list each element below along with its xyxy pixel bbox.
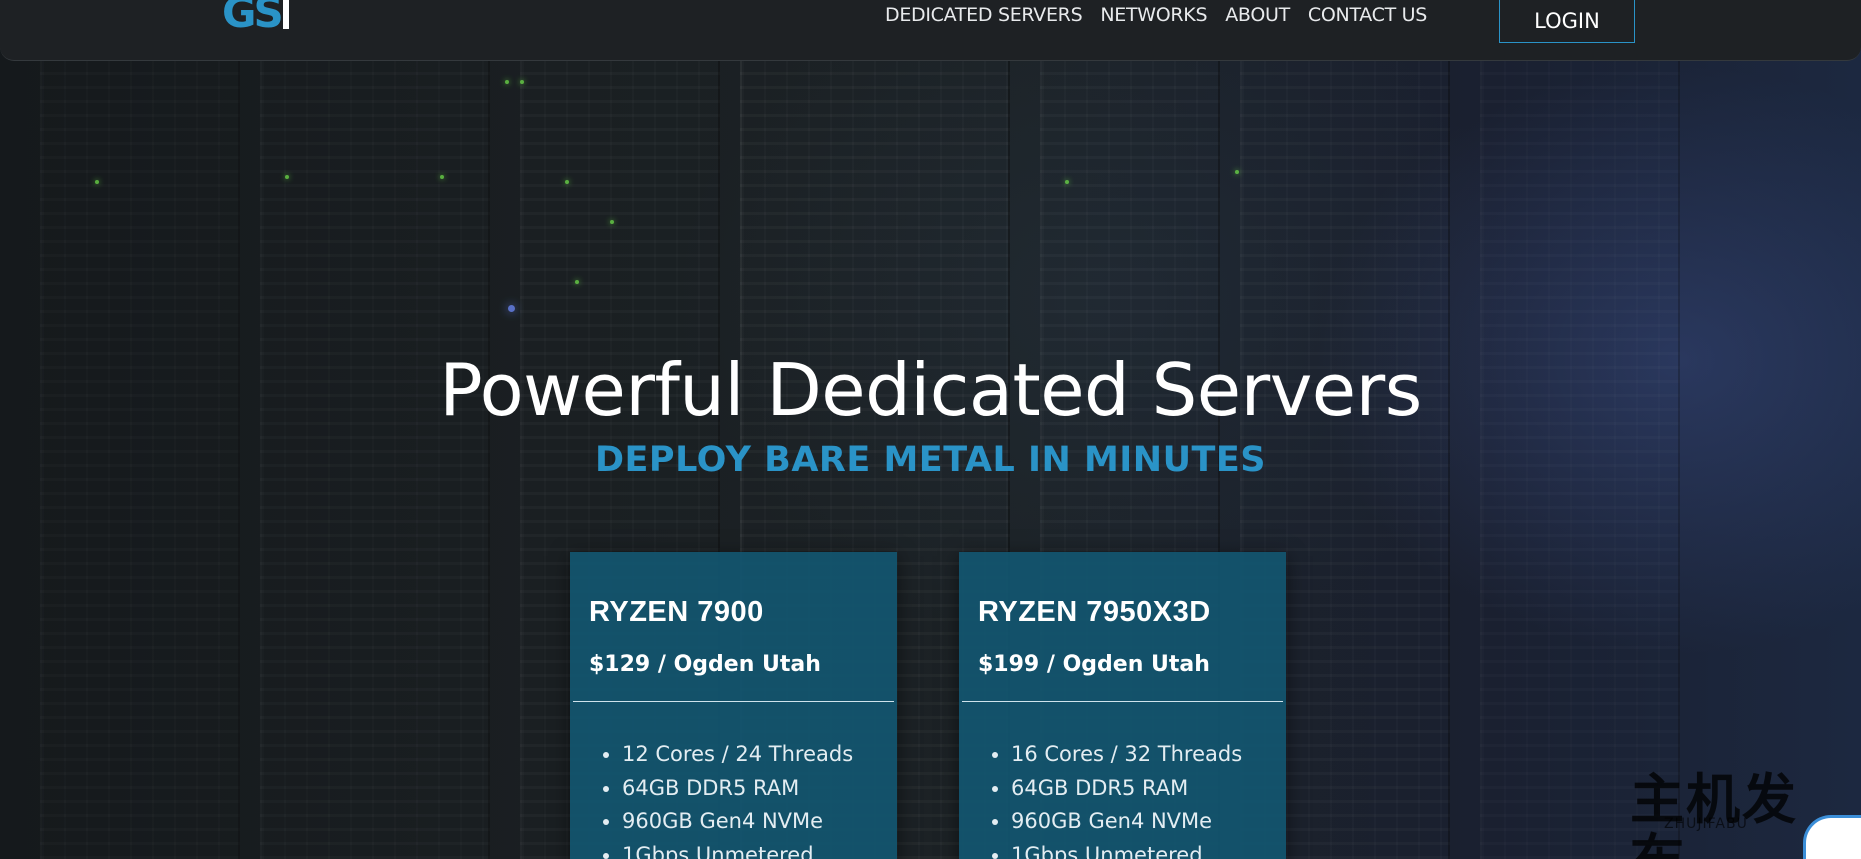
logo-text: GS (222, 0, 284, 37)
nav-dedicated-servers[interactable]: DEDICATED SERVERS (885, 4, 1083, 26)
watermark-sub-text: ZHUJIFABU (1664, 816, 1748, 832)
card-divider (962, 701, 1283, 702)
status-led (440, 175, 444, 179)
plan-price: $199 / Ogden Utah (978, 652, 1210, 677)
plan-feature: 64GB DDR5 RAM (1011, 772, 1242, 806)
plan-card-ryzen-7950x3d[interactable]: RYZEN 7950X3D $199 / Ogden Utah 16 Cores… (959, 552, 1286, 859)
plan-feature: 64GB DDR5 RAM (622, 772, 853, 806)
plan-name: RYZEN 7900 (589, 596, 764, 628)
status-led (1065, 180, 1069, 184)
hero-subtitle: DEPLOY BARE METAL IN MINUTES (594, 440, 1267, 480)
nav-networks[interactable]: NETWORKS (1100, 4, 1207, 26)
status-led (575, 280, 579, 284)
main-nav: DEDICATED SERVERS NETWORKS ABOUT CONTACT… (885, 4, 1427, 26)
login-button[interactable]: LOGIN (1499, 0, 1635, 43)
plan-feature: 960GB Gen4 NVMe (1011, 805, 1242, 839)
card-divider (573, 701, 894, 702)
plan-feature: 12 Cores / 24 Threads (622, 738, 853, 772)
plan-feature: 1Gbps Unmetered (622, 839, 853, 859)
status-led (565, 180, 569, 184)
nav-contact-us[interactable]: CONTACT US (1308, 4, 1427, 26)
site-header: GS DEDICATED SERVERS NETWORKS ABOUT CONT… (0, 0, 1861, 61)
status-led (95, 180, 99, 184)
status-led (508, 305, 515, 312)
watermark-logo: 主机发布 ZHUJIFABU (1630, 770, 1830, 859)
logo-bar-icon (282, 0, 289, 29)
nav-about[interactable]: ABOUT (1225, 4, 1290, 26)
plan-name: RYZEN 7950X3D (978, 596, 1211, 628)
plan-feature: 960GB Gen4 NVMe (622, 805, 853, 839)
corner-badge-icon (1803, 815, 1861, 859)
status-led (1235, 170, 1239, 174)
site-logo[interactable]: GS (222, 0, 289, 37)
plan-feature: 16 Cores / 32 Threads (1011, 738, 1242, 772)
status-led (505, 80, 509, 84)
status-led (610, 220, 614, 224)
watermark-main-text: 主机发布 (1630, 768, 1798, 859)
plan-price: $129 / Ogden Utah (589, 652, 821, 677)
hero-title: Powerful Dedicated Servers (439, 348, 1422, 432)
plan-features: 12 Cores / 24 Threads 64GB DDR5 RAM 960G… (622, 738, 853, 859)
plan-feature: 1Gbps Unmetered (1011, 839, 1242, 859)
status-led (520, 80, 524, 84)
plan-card-ryzen-7900[interactable]: RYZEN 7900 $129 / Ogden Utah 12 Cores / … (570, 552, 897, 859)
status-led (285, 175, 289, 179)
plan-features: 16 Cores / 32 Threads 64GB DDR5 RAM 960G… (1011, 738, 1242, 859)
